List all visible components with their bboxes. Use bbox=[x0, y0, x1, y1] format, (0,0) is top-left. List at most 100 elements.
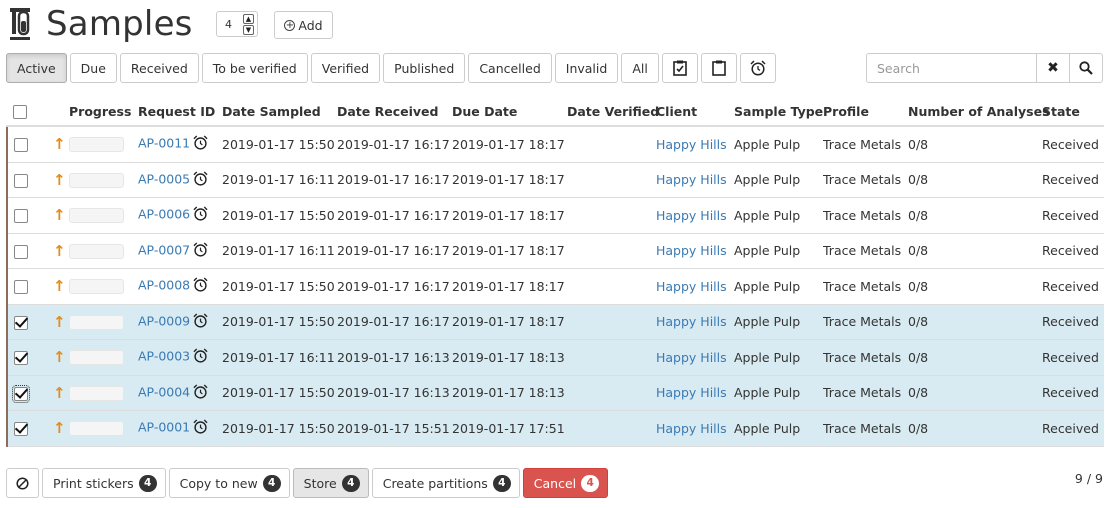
client-link[interactable]: Happy Hills bbox=[656, 279, 727, 294]
profile-cell: Trace Metals bbox=[823, 339, 908, 376]
filter-cancelled-button[interactable]: Cancelled bbox=[468, 53, 552, 83]
search-button[interactable] bbox=[1070, 53, 1103, 83]
cancel-button[interactable]: Cancel 4 bbox=[522, 468, 609, 498]
table-row[interactable]: ↑ AP-0008 2019-01-17 15:50 2019-01-17 16:17… bbox=[6, 268, 1104, 305]
table-body: ↑ AP-0011 2019-01-17 15:50 2019-01-17 16:17… bbox=[6, 126, 1104, 447]
table-row[interactable]: ↑ AP-0007 2019-01-17 16:11 2019-01-17 16:17… bbox=[6, 233, 1104, 269]
client-link[interactable]: Happy Hills bbox=[656, 350, 727, 365]
progress-cell bbox=[69, 339, 138, 376]
row-checkbox[interactable] bbox=[14, 280, 28, 294]
request-id-link[interactable]: AP-0009 bbox=[138, 313, 190, 328]
copies-stepper[interactable]: 4 ▲ ▼ bbox=[216, 11, 258, 37]
date-sampled-cell: 2019-01-17 15:50 bbox=[222, 375, 337, 411]
request-id-link[interactable]: AP-0007 bbox=[138, 242, 190, 257]
filter-received-button[interactable]: Received bbox=[119, 53, 199, 83]
column-header-sample-type[interactable]: Sample Type bbox=[734, 98, 823, 127]
request-id-link[interactable]: AP-0003 bbox=[138, 349, 190, 364]
select-cell bbox=[6, 339, 43, 376]
search-input[interactable] bbox=[866, 53, 1037, 83]
copies-value[interactable]: 4 bbox=[225, 18, 232, 31]
decrement-icon[interactable]: ▼ bbox=[243, 25, 254, 35]
table-row[interactable]: ↑ AP-0004 2019-01-17 15:50 2019-01-17 16:13… bbox=[6, 375, 1104, 411]
row-checkbox[interactable] bbox=[14, 351, 28, 365]
table-row[interactable]: ↑ AP-0011 2019-01-17 15:50 2019-01-17 16:17… bbox=[6, 126, 1104, 163]
row-checkbox[interactable] bbox=[12, 384, 30, 403]
filter-published-button[interactable]: Published bbox=[383, 53, 466, 83]
filter-assigned-button[interactable] bbox=[661, 53, 698, 83]
increment-icon[interactable]: ▲ bbox=[243, 14, 254, 24]
client-link[interactable]: Happy Hills bbox=[656, 314, 727, 329]
table-row[interactable]: ↑ AP-0009 2019-01-17 15:50 2019-01-17 16:17… bbox=[6, 304, 1104, 340]
filter-invalid-button[interactable]: Invalid bbox=[554, 53, 619, 83]
column-header-number-of-analyses[interactable]: Number of Analyses bbox=[908, 98, 1050, 127]
filter-active-button[interactable]: Active bbox=[6, 53, 67, 83]
clear-search-button[interactable]: ✖ bbox=[1037, 53, 1070, 83]
request-id-link[interactable]: AP-0011 bbox=[138, 136, 190, 151]
client-link[interactable]: Happy Hills bbox=[656, 137, 727, 152]
priority-arrow-up-icon: ↑ bbox=[53, 170, 66, 189]
date-sampled-cell: 2019-01-17 16:11 bbox=[222, 339, 337, 376]
client-link[interactable]: Happy Hills bbox=[656, 208, 727, 223]
store-button[interactable]: Store 4 bbox=[292, 468, 369, 498]
request-id-link[interactable]: AP-0006 bbox=[138, 207, 190, 222]
filter-verified-button[interactable]: Verified bbox=[310, 53, 381, 83]
date-received-cell: 2019-01-17 16:17 bbox=[337, 304, 452, 340]
clipboard-icon bbox=[712, 60, 726, 76]
client-link[interactable]: Happy Hills bbox=[656, 243, 727, 258]
progress-cell bbox=[69, 410, 138, 447]
filter-unassigned-button[interactable] bbox=[700, 53, 737, 83]
column-header-client[interactable]: Client bbox=[656, 98, 734, 127]
create-partitions-button[interactable]: Create partitions 4 bbox=[371, 468, 520, 498]
select-all-checkbox[interactable] bbox=[13, 105, 27, 120]
filter-late-button[interactable] bbox=[739, 53, 776, 83]
filter-to-be-verified-button[interactable]: To be verified bbox=[201, 53, 308, 83]
column-header-date-received[interactable]: Date Received bbox=[337, 98, 452, 127]
row-checkbox[interactable] bbox=[14, 173, 28, 188]
row-checkbox[interactable] bbox=[14, 422, 28, 436]
profile-cell: Trace Metals bbox=[823, 197, 908, 234]
select-cell bbox=[6, 304, 43, 340]
copy-to-new-button[interactable]: Copy to new 4 bbox=[168, 468, 290, 498]
state-cell: Received bbox=[1042, 126, 1104, 163]
column-header-date-sampled[interactable]: Date Sampled bbox=[222, 98, 337, 127]
row-checkbox[interactable] bbox=[14, 209, 28, 223]
row-checkbox[interactable] bbox=[14, 244, 28, 259]
client-link[interactable]: Happy Hills bbox=[656, 421, 727, 436]
filter-all-button[interactable]: All bbox=[621, 53, 659, 83]
priority-cell: ↑ bbox=[43, 233, 69, 269]
column-header-progress[interactable]: Progress bbox=[69, 98, 138, 127]
request-id-link[interactable]: AP-0004 bbox=[138, 384, 190, 399]
profile-cell: Trace Metals bbox=[823, 162, 908, 198]
column-header-state[interactable]: State bbox=[1042, 98, 1104, 127]
request-id-cell: AP-0007 bbox=[138, 233, 222, 269]
row-checkbox[interactable] bbox=[14, 315, 28, 330]
column-header-request-id[interactable]: Request ID bbox=[138, 98, 222, 127]
table-row[interactable]: ↑ AP-0001 2019-01-17 15:50 2019-01-17 15:51… bbox=[6, 410, 1104, 447]
client-link[interactable]: Happy Hills bbox=[656, 385, 727, 400]
filter-buttons: Active Due Received To be verified Verif… bbox=[6, 53, 776, 83]
due-date-cell: 2019-01-17 17:51 bbox=[452, 410, 567, 447]
column-header-profile[interactable]: Profile bbox=[823, 98, 908, 127]
table-row[interactable]: ↑ AP-0006 2019-01-17 15:50 2019-01-17 16:17… bbox=[6, 197, 1104, 234]
request-id-link[interactable]: AP-0008 bbox=[138, 278, 190, 293]
print-stickers-button[interactable]: Print stickers 4 bbox=[42, 468, 166, 498]
add-sample-button[interactable]: + Add bbox=[274, 11, 333, 39]
filter-due-button[interactable]: Due bbox=[69, 53, 117, 83]
row-checkbox[interactable] bbox=[14, 138, 28, 152]
client-cell: Happy Hills bbox=[656, 410, 734, 447]
table-row[interactable]: ↑ AP-0003 2019-01-17 16:11 2019-01-17 16:13… bbox=[6, 339, 1104, 376]
column-header-due-date[interactable]: Due Date bbox=[452, 98, 567, 127]
sample-type-cell: Apple Pulp bbox=[734, 126, 823, 163]
cancel-label: Cancel bbox=[533, 475, 577, 491]
analyses-count-cell: 0/8 bbox=[908, 126, 1042, 163]
select-cell bbox=[6, 162, 43, 198]
pagination-count: 9 / 9 bbox=[1074, 471, 1103, 486]
client-link[interactable]: Happy Hills bbox=[656, 172, 727, 187]
clear-selection-button[interactable] bbox=[6, 468, 39, 498]
table-row[interactable]: ↑ AP-0005 2019-01-17 16:11 2019-01-17 16:17… bbox=[6, 162, 1104, 198]
request-id-link[interactable]: AP-0005 bbox=[138, 171, 190, 186]
request-id-link[interactable]: AP-0001 bbox=[138, 420, 190, 435]
priority-cell: ↑ bbox=[43, 126, 69, 163]
selection-count-badge: 4 bbox=[138, 474, 157, 492]
column-header-date-verified[interactable]: Date Verified bbox=[567, 98, 659, 127]
